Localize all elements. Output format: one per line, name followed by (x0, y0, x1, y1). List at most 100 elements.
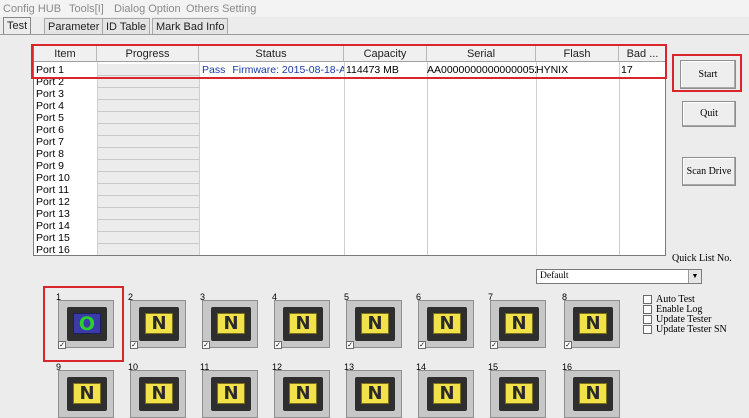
table-row[interactable]: Port 6 (34, 124, 665, 136)
chevron-down-icon[interactable]: ▼ (688, 270, 701, 283)
row-item: Port 3 (36, 88, 65, 100)
checkbox-box[interactable] (643, 325, 652, 335)
port-frame: N (274, 300, 330, 348)
menu-config-hub[interactable]: Config HUB (3, 3, 61, 15)
port-status-icon: O (73, 313, 101, 334)
port-select-checkbox[interactable]: ✓ (564, 341, 572, 349)
drive-icon: N (355, 307, 395, 341)
row-status: Pass Firmware: 2015-08-18-AE (199, 64, 344, 76)
port-select-checkbox[interactable]: ✓ (274, 341, 282, 349)
port-status-icon: N (361, 383, 389, 404)
row-item: Port 13 (36, 208, 70, 220)
port-frame: N (274, 370, 330, 418)
drive-icon: N (427, 307, 467, 341)
options-group: Auto Test Enable Log Update Tester Updat… (643, 294, 727, 335)
port-status-icon: N (217, 383, 245, 404)
port-frame: N (346, 370, 402, 418)
drive-icon: N (211, 377, 251, 411)
port-select-checkbox[interactable]: ✓ (202, 341, 210, 349)
port-status-icon: N (433, 383, 461, 404)
row-progress (98, 196, 199, 208)
port-frame: N (58, 370, 114, 418)
table-row[interactable]: Port 2 (34, 76, 665, 88)
table-row[interactable]: Port 14 (34, 220, 665, 232)
scan-drive-button[interactable]: Scan Drive (682, 157, 736, 186)
row-item: Port 9 (36, 160, 65, 172)
row-progress (98, 184, 199, 196)
row-bad: 17 (621, 64, 633, 76)
table-row[interactable]: Port 16 (34, 244, 665, 255)
row-item: Port 4 (36, 100, 65, 112)
menu-dialog-option[interactable]: Dialog Option (114, 3, 181, 15)
checkbox-box[interactable] (643, 305, 652, 315)
table-row[interactable]: Port 5 (34, 112, 665, 124)
quit-button[interactable]: Quit (682, 101, 736, 127)
port-select-checkbox[interactable]: ✓ (58, 341, 66, 349)
quick-list-label: Quick List No. (672, 253, 732, 264)
port-select-checkbox[interactable]: ✓ (490, 341, 498, 349)
col-status[interactable]: Status (199, 46, 344, 62)
menu-tools[interactable]: Tools[I] (69, 3, 104, 15)
table-row[interactable]: Port 4 (34, 100, 665, 112)
row-progress (98, 172, 199, 184)
port-status-icon: N (361, 313, 389, 334)
port-select-checkbox[interactable]: ✓ (346, 341, 354, 349)
port-status-icon: N (579, 383, 607, 404)
drive-icon: N (211, 307, 251, 341)
table-row[interactable]: Port 13 (34, 208, 665, 220)
tab-bar: Test Parameter ID Table Mark Bad Info (0, 17, 749, 35)
row-progress (98, 112, 199, 124)
row-item: Port 5 (36, 112, 65, 124)
update-tester-checkbox[interactable]: Update Tester (643, 314, 727, 325)
enable-log-checkbox[interactable]: Enable Log (643, 304, 727, 315)
checkbox-box[interactable] (643, 295, 652, 305)
row-item: Port 15 (36, 232, 70, 244)
port-table[interactable]: Item Progress Status Capacity Serial Fla… (33, 45, 666, 256)
table-row[interactable]: Port 10 (34, 172, 665, 184)
update-tester-sn-label: Update Tester SN (656, 324, 727, 335)
row-progress (98, 148, 199, 160)
col-bad[interactable]: Bad ... (619, 46, 665, 62)
row-progress (98, 220, 199, 232)
table-row[interactable]: Port 7 (34, 136, 665, 148)
update-tester-sn-checkbox[interactable]: Update Tester SN (643, 324, 727, 335)
tab-id-table[interactable]: ID Table (102, 18, 151, 34)
port-frame: N (130, 300, 186, 348)
start-button[interactable]: Start (680, 60, 736, 89)
port-status-icon: N (505, 313, 533, 334)
drive-icon: N (427, 377, 467, 411)
port-frame: N (418, 370, 474, 418)
table-row[interactable]: Port 1 Pass Firmware: 2015-08-18-AE 11447… (34, 64, 665, 76)
col-progress[interactable]: Progress (97, 46, 199, 62)
port-status-icon: N (433, 313, 461, 334)
row-flash: HYNIX (536, 64, 569, 76)
row-item: Port 10 (36, 172, 70, 184)
port-select-checkbox[interactable]: ✓ (418, 341, 426, 349)
auto-test-checkbox[interactable]: Auto Test (643, 294, 727, 305)
port-frame: O (58, 300, 114, 348)
table-row[interactable]: Port 3 (34, 88, 665, 100)
table-row[interactable]: Port 12 (34, 196, 665, 208)
col-serial[interactable]: Serial (427, 46, 536, 62)
col-item[interactable]: Item (34, 46, 97, 62)
table-row[interactable]: Port 15 (34, 232, 665, 244)
tab-test[interactable]: Test (3, 17, 32, 35)
checkbox-box[interactable] (643, 315, 652, 325)
menu-others-setting[interactable]: Others Setting (186, 3, 256, 15)
tab-mark-bad-info[interactable]: Mark Bad Info (152, 18, 229, 34)
drive-icon: N (573, 377, 613, 411)
port-frame: N (490, 370, 546, 418)
table-row[interactable]: Port 9 (34, 160, 665, 172)
row-capacity: 114473 MB (346, 64, 399, 76)
col-capacity[interactable]: Capacity (344, 46, 427, 62)
quick-list-select[interactable]: Default ▼ (536, 269, 702, 284)
drive-icon: N (67, 377, 107, 411)
row-serial: AA000000000000000525 (427, 64, 536, 76)
col-flash[interactable]: Flash (536, 46, 619, 62)
table-row[interactable]: Port 8 (34, 148, 665, 160)
tab-parameter[interactable]: Parameter (44, 18, 104, 34)
row-progress (98, 76, 199, 88)
port-select-checkbox[interactable]: ✓ (130, 341, 138, 349)
table-row[interactable]: Port 11 (34, 184, 665, 196)
port-status-icon: N (145, 313, 173, 334)
